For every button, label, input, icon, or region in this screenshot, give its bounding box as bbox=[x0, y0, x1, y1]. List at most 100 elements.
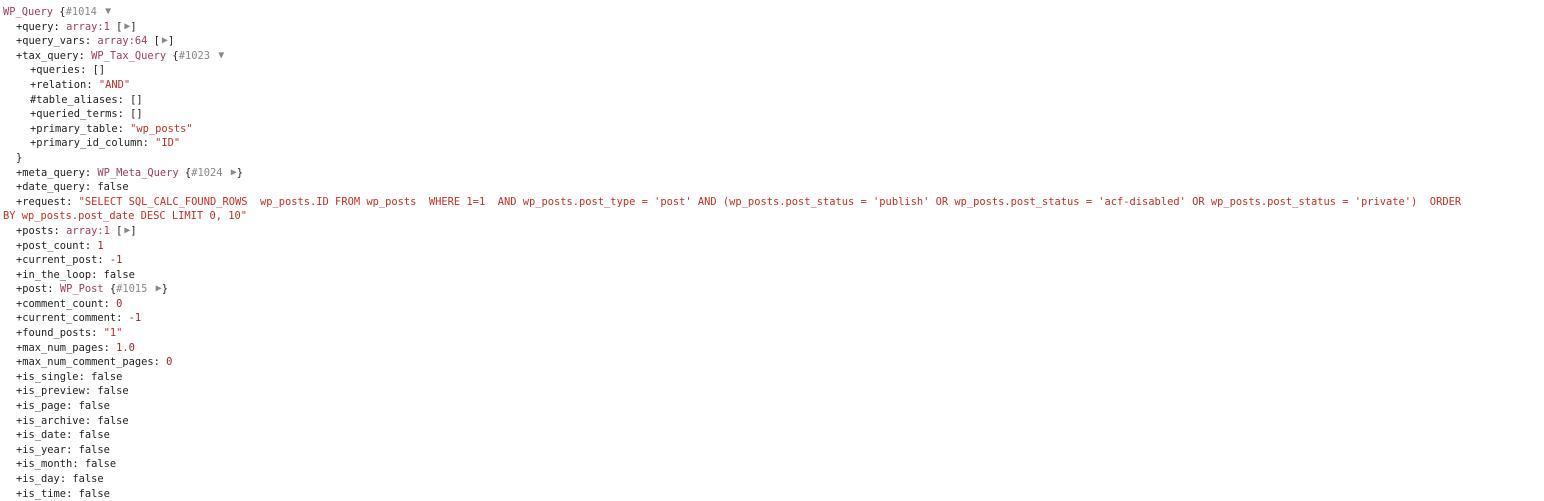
tax-child: +primary_table: "wp_posts" bbox=[30, 122, 193, 135]
expand-arrow-icon[interactable]: ▶ bbox=[124, 225, 130, 236]
prop-key: is_page bbox=[22, 400, 67, 413]
prop-key: is_date bbox=[22, 429, 67, 442]
prop-line: +is_year: false bbox=[16, 443, 110, 456]
tax-child: +primary_id_column: "ID" bbox=[30, 137, 181, 150]
prop-class: WP_Post bbox=[59, 283, 104, 296]
prop-value: "wp_posts" bbox=[130, 122, 193, 135]
prop-line: +in_the_loop: false bbox=[16, 268, 135, 281]
tax-child: +queried_terms: [] bbox=[30, 108, 143, 121]
prop-key: relation bbox=[36, 78, 87, 91]
prop-type: array:64 bbox=[97, 35, 148, 48]
prop-request: +request: "SELECT SQL_CALC_FOUND_ROWS wp… bbox=[16, 195, 1462, 208]
prop-value: "ID" bbox=[155, 137, 181, 150]
prop-post: +post: WP_Post {#1015 ▶} bbox=[16, 283, 168, 296]
tax-query-close: } bbox=[16, 151, 23, 164]
prop-ref: #1023 bbox=[178, 49, 210, 62]
prop-line: +current_post: -1 bbox=[16, 254, 123, 267]
prop-value: false bbox=[78, 443, 110, 456]
prop-value: [] bbox=[92, 64, 106, 77]
prop-value: false bbox=[97, 181, 129, 194]
prop-line: +is_page: false bbox=[16, 400, 110, 413]
dump-root-line: WP_Query {#1014 ▼ bbox=[3, 6, 112, 18]
prop-key: in_the_loop bbox=[22, 268, 92, 281]
prop-key: request bbox=[22, 195, 67, 208]
brace-close: } bbox=[236, 166, 244, 179]
prop-value: false bbox=[91, 370, 123, 383]
tax-child: +queries: [] bbox=[30, 64, 106, 77]
prop-line: +is_day: false bbox=[16, 473, 104, 485]
prop-class: WP_Meta_Query bbox=[97, 166, 179, 179]
prop-line: +post_count: 1 bbox=[16, 239, 104, 252]
prop-type: array:1 bbox=[66, 20, 110, 33]
prop-query: +query: array:1 [▶] bbox=[16, 20, 137, 33]
prop-query-vars: +query_vars: array:64 [▶] bbox=[16, 35, 175, 48]
prop-key: table_aliases bbox=[36, 93, 118, 106]
prop-value: false bbox=[78, 400, 110, 413]
prop-ref: #1015 bbox=[116, 283, 148, 296]
prop-key: found_posts bbox=[22, 327, 92, 340]
prop-value: false bbox=[103, 268, 135, 281]
prop-line: +comment_count: 0 bbox=[16, 297, 123, 310]
prop-value: false bbox=[78, 429, 110, 442]
prop-value: 1.0 bbox=[116, 341, 135, 354]
prop-value: [] bbox=[130, 108, 143, 121]
root-ref: #1014 bbox=[65, 6, 97, 18]
prop-type: array:1 bbox=[66, 224, 110, 237]
expand-arrow-icon[interactable]: ▶ bbox=[124, 21, 130, 32]
prop-value: 0 bbox=[116, 297, 123, 310]
collapse-arrow-icon[interactable]: ▼ bbox=[218, 50, 224, 61]
prop-line: +found_posts: "1" bbox=[16, 327, 123, 340]
prop-key: posts bbox=[22, 224, 54, 237]
prop-key: is_archive bbox=[22, 414, 85, 427]
prop-value: false bbox=[97, 414, 129, 427]
prop-date-query: +date_query: false bbox=[16, 181, 129, 194]
prop-key: is_preview bbox=[22, 385, 85, 398]
prop-value: "1" bbox=[103, 327, 123, 340]
prop-request-cont: BY wp_posts.post_date DESC LIMIT 0, 10" bbox=[3, 209, 1541, 224]
prop-posts: +posts: array:1 [▶] bbox=[16, 224, 137, 237]
tax-child: +relation: "AND" bbox=[30, 78, 131, 91]
var-dump: WP_Query {#1014 ▼ +query: array:1 [▶] +q… bbox=[3, 5, 1541, 501]
prop-value: false bbox=[97, 385, 129, 398]
prop-key: queries bbox=[36, 64, 81, 77]
prop-value: [] bbox=[130, 93, 143, 106]
prop-key: comment_count bbox=[22, 297, 104, 310]
prop-key: tax_query bbox=[22, 49, 79, 62]
prop-value: false bbox=[84, 458, 117, 471]
root-class: WP_Query bbox=[3, 6, 54, 18]
prop-key: query bbox=[22, 20, 54, 33]
prop-key: is_year bbox=[22, 443, 67, 456]
prop-line: +is_single: false bbox=[16, 370, 123, 383]
prop-value: "AND" bbox=[98, 78, 131, 91]
prop-line: +is_month: false bbox=[16, 458, 117, 471]
prop-key: query_vars bbox=[22, 35, 85, 48]
prop-key: is_single bbox=[22, 370, 79, 383]
prop-tax-query: +tax_query: WP_Tax_Query {#1023 ▼ bbox=[16, 49, 225, 62]
prop-value: 1 bbox=[97, 239, 104, 252]
prop-key: max_num_comment_pages bbox=[22, 356, 154, 369]
request-sql-line1: "SELECT SQL_CALC_FOUND_ROWS wp_posts.ID … bbox=[78, 195, 1462, 208]
prop-line: +is_time: false bbox=[16, 487, 110, 500]
prop-key: queried_terms bbox=[36, 108, 118, 121]
prop-value: 0 bbox=[166, 356, 173, 369]
prop-value: -1 bbox=[128, 312, 142, 325]
prop-value: false bbox=[78, 487, 110, 500]
prop-key: post bbox=[22, 283, 48, 296]
prop-meta-query: +meta_query: WP_Meta_Query {#1024 ▶} bbox=[16, 166, 244, 179]
prop-class: WP_Tax_Query bbox=[91, 49, 167, 62]
expand-arrow-icon[interactable]: ▶ bbox=[162, 36, 168, 46]
collapse-arrow-icon[interactable]: ▼ bbox=[105, 7, 111, 17]
prop-line: +current_comment: -1 bbox=[16, 312, 142, 325]
brace-close: } bbox=[161, 283, 168, 296]
prop-key: is_month bbox=[22, 458, 73, 471]
prop-value: false bbox=[72, 473, 104, 485]
prop-key: max_num_pages bbox=[22, 341, 104, 354]
prop-key: post_count bbox=[22, 239, 85, 252]
prop-key: meta_query bbox=[22, 166, 85, 179]
prop-key: current_comment bbox=[22, 312, 117, 325]
prop-key: date_query bbox=[22, 181, 85, 194]
prop-value: -1 bbox=[109, 254, 123, 267]
prop-key: is_day bbox=[22, 473, 60, 485]
request-sql-line2: BY wp_posts.post_date DESC LIMIT 0, 10" bbox=[3, 210, 247, 223]
prop-line: +is_date: false bbox=[16, 429, 110, 442]
